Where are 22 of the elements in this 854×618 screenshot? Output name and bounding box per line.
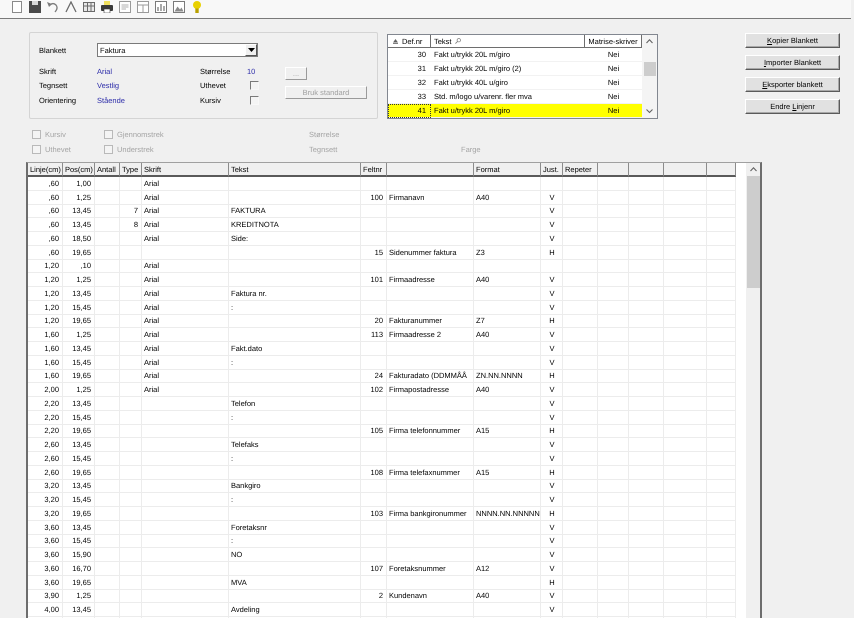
- page-icon[interactable]: [11, 1, 23, 13]
- chevron-up-icon[interactable]: [65, 1, 77, 13]
- lightbulb-icon[interactable]: [191, 1, 203, 13]
- chevron-up-icon[interactable]: [750, 167, 756, 172]
- table-icon[interactable]: [83, 1, 95, 13]
- scrollbar-thumb[interactable]: [644, 62, 656, 76]
- chart-icon[interactable]: [155, 1, 167, 13]
- scrollbar[interactable]: [642, 35, 657, 118]
- scrollbar-thumb[interactable]: [746, 176, 760, 288]
- document-icon[interactable]: [119, 1, 131, 13]
- window-icon[interactable]: [137, 1, 149, 13]
- printer-icon[interactable]: [101, 1, 113, 13]
- undo-icon[interactable]: [47, 1, 59, 13]
- scrollbar[interactable]: [746, 163, 760, 618]
- dropdown-button[interactable]: [245, 44, 257, 56]
- checkbox[interactable]: [250, 96, 259, 105]
- caret-down-icon: [248, 48, 254, 52]
- search-icon[interactable]: [454, 38, 461, 44]
- picture-icon[interactable]: [173, 1, 185, 13]
- chevron-up-icon[interactable]: [646, 39, 653, 44]
- chevron-down-icon[interactable]: [646, 109, 653, 114]
- checkbox[interactable]: [250, 81, 259, 90]
